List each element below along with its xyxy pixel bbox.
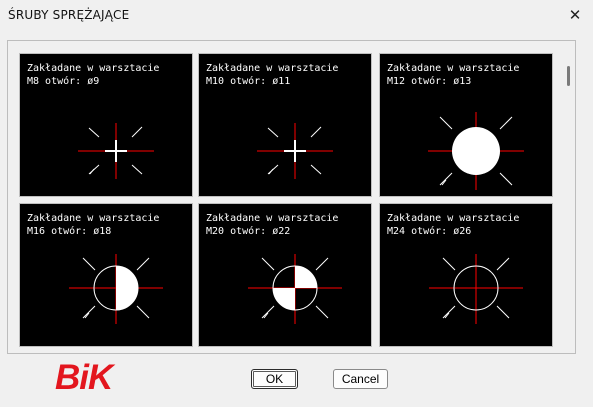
bolt-tile-m10[interactable]: Zakładane w warsztacie M10 otwór: ø11	[198, 53, 372, 197]
bolt-tile-m16[interactable]: Zakładane w warsztacie M16 otwór: ø18	[19, 203, 193, 347]
tile-caption-line1: Zakładane w warsztacie	[387, 213, 520, 224]
tile-caption-line1: Zakładane w warsztacie	[27, 213, 160, 224]
tile-caption-line2: M10 otwór: ø11	[206, 76, 291, 87]
vertical-scrollbar[interactable]	[561, 48, 571, 346]
tile-caption-line2: M16 otwór: ø18	[27, 226, 112, 237]
tile-caption-line2: M12 otwór: ø13	[387, 76, 472, 87]
ok-button[interactable]: OK	[251, 369, 298, 389]
window-title: ŚRUBY SPRĘŻAJĄCE	[8, 8, 130, 22]
tile-caption-line1: Zakładane w warsztacie	[27, 63, 160, 74]
title-bar: ŚRUBY SPRĘŻAJĄCE ✕	[0, 0, 593, 30]
dialog-window: ŚRUBY SPRĘŻAJĄCE ✕ Zakładane w warsztaci…	[0, 0, 593, 407]
bolt-tile-m20[interactable]: Zakładane w warsztacie M20 otwór: ø22	[198, 203, 372, 347]
tile-caption-line1: Zakładane w warsztacie	[206, 213, 339, 224]
tile-caption-line2: M8 otwór: ø9	[27, 76, 100, 87]
close-icon[interactable]: ✕	[561, 2, 589, 28]
bik-logo: BiK	[55, 358, 113, 397]
bolt-tile-m12[interactable]: Zakładane w warsztacie M12 otwór: ø13	[379, 53, 553, 197]
bolt-type-gallery: Zakładane w warsztacie M8 otwór: ø9 Zakł…	[7, 40, 576, 354]
bolt-tile-m8[interactable]: Zakładane w warsztacie M8 otwór: ø9	[19, 53, 193, 197]
tile-caption-line1: Zakładane w warsztacie	[387, 63, 520, 74]
tile-caption-line1: Zakładane w warsztacie	[206, 63, 339, 74]
bolt-tile-m24[interactable]: Zakładane w warsztacie M24 otwór: ø26	[379, 203, 553, 347]
tile-caption-line2: M20 otwór: ø22	[206, 226, 291, 237]
cancel-button[interactable]: Cancel	[333, 369, 388, 389]
scrollbar-thumb[interactable]	[567, 66, 570, 86]
tile-caption-line2: M24 otwór: ø26	[387, 226, 472, 237]
